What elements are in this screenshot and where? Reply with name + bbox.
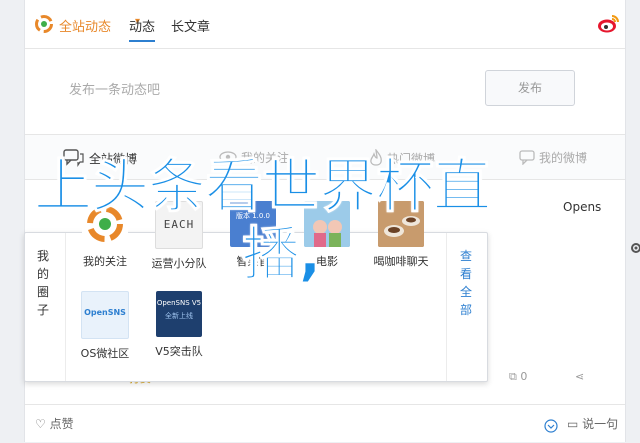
tab-long-article[interactable]: 长文章	[171, 16, 210, 35]
app-os-community[interactable]: OpenSNS OS微社区	[69, 291, 141, 361]
headline-line-2: 播,	[242, 220, 322, 289]
app-label: V5突击队	[155, 345, 203, 358]
compose-placeholder: 发布一条动态吧	[69, 83, 161, 98]
v5-header-text: OpenSNS V5	[156, 299, 202, 307]
bottom-bar: ♡ 点赞 ▭ 说一句	[25, 404, 625, 443]
site-menu[interactable]: 全站动态	[59, 16, 111, 35]
headline-line-1: 上头条看世界杯直	[33, 152, 491, 221]
like-label: 点赞	[49, 417, 74, 431]
opensns-thumb-icon: OpenSNS	[81, 291, 129, 339]
site-logo-icon	[35, 15, 53, 33]
like-button[interactable]: ♡ 点赞	[35, 415, 74, 432]
app-label: OS微社区	[80, 347, 130, 360]
scroll-down-icon[interactable]	[544, 418, 558, 437]
weibo-icon[interactable]	[597, 12, 621, 36]
comment-label: 说一句	[582, 417, 619, 431]
app-v5-squad[interactable]: OpenSNS V5 全新上线 V5突击队	[143, 291, 215, 359]
tab-dynamic[interactable]: 动态	[129, 16, 156, 42]
comment-button[interactable]: ▭ 说一句	[567, 415, 618, 432]
headline-overlay: 上头条看世界杯直 播,	[33, 152, 634, 289]
v5-sub-text: 全新上线	[165, 312, 193, 320]
opensns-logo-text: OpenSNS	[84, 308, 126, 317]
publish-button[interactable]: 发布	[485, 70, 575, 106]
repost-count-value: 0	[520, 370, 528, 383]
share-icon[interactable]: ⋖	[575, 370, 584, 383]
top-nav: 全站动态 ▾ 动态 长文章	[25, 0, 625, 49]
repost-count[interactable]: ⧉ 0	[509, 370, 527, 384]
v5-thumb-icon: OpenSNS V5 全新上线	[156, 291, 202, 337]
